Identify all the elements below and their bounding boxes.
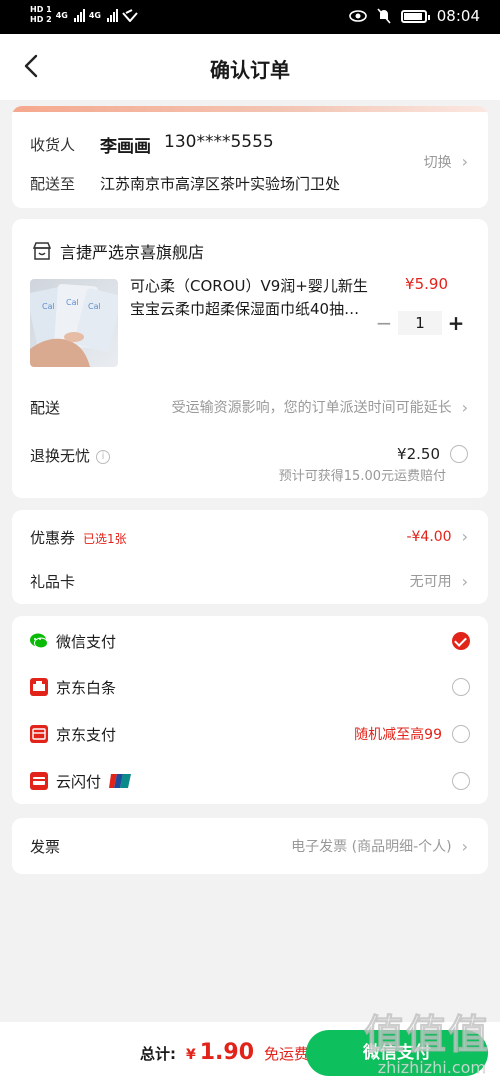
shop-header[interactable]: 言捷严选京喜旗舰店: [32, 239, 204, 263]
invoice-row[interactable]: 电子发票 (商品明细-个人) ›: [291, 836, 468, 856]
payment-radio-checked[interactable]: [452, 632, 470, 650]
payment-right: [442, 632, 470, 650]
eye-icon: [348, 10, 367, 22]
gift-card-row[interactable]: 无可用 ›: [410, 571, 468, 591]
payment-radio[interactable]: [452, 772, 470, 790]
mute-bell-icon: [377, 8, 391, 24]
invoice-card[interactable]: 发票 电子发票 (商品明细-个人) ›: [12, 818, 488, 874]
shop-name: 言捷严选京喜旗舰店: [60, 243, 205, 262]
increase-button[interactable]: +: [442, 311, 470, 335]
total-label: 总计:: [140, 1045, 176, 1063]
return-service-label: 退换无忧 i: [30, 445, 111, 466]
baitiao-icon: [30, 678, 48, 696]
delivery-address: 江苏南京市高淳区茶叶实验场门卫处: [100, 175, 341, 193]
payment-option-jdpay[interactable]: 京东支付 随机减至高99: [30, 719, 470, 749]
signal-icon-2: [106, 8, 118, 22]
payment-promo: 随机减至高99: [354, 727, 442, 743]
sim2-label: HD 2: [30, 15, 52, 24]
watermark-url: zhizhizhi.com: [377, 1058, 487, 1078]
nav-header: 确认订单: [0, 34, 500, 100]
jdpay-icon: [30, 725, 48, 743]
payment-radio[interactable]: [452, 678, 470, 696]
clock: 08:04: [436, 7, 480, 25]
quantity-value[interactable]: 1: [398, 311, 442, 335]
watermark: 值值值: [364, 1012, 490, 1059]
payment-name: 云闪付: [56, 772, 102, 791]
order-total: 总计: ¥ 1.90 免运费: [140, 1040, 309, 1065]
chevron-right-icon: ›: [461, 527, 468, 546]
gift-card-label: 礼品卡: [30, 573, 76, 591]
coupon-card: 优惠券 已选1张 -¥4.00 › 礼品卡 无可用 ›: [12, 510, 488, 604]
delivery-row[interactable]: 受运输资源影响，您的订单派送时间可能延长 ›: [172, 397, 468, 417]
invoice-value: 电子发票 (商品明细-个人): [291, 839, 452, 855]
sim1-label: HD 1: [30, 5, 52, 14]
status-right: 08:04: [348, 7, 480, 25]
payment-right: 随机减至高99: [354, 724, 470, 744]
chevron-right-icon: ›: [461, 397, 468, 417]
status-bar: HD 1 HD 2 4G 4G 08:04: [0, 0, 500, 34]
payment-name: 京东白条: [56, 678, 117, 697]
gift-card-value: 无可用: [409, 574, 452, 590]
unionpay-logo-icon: [109, 774, 132, 788]
payment-card: 微信支付 京东白条 京东支付 随机减至高99 云闪付: [12, 616, 488, 804]
switch-label: 切换: [423, 155, 452, 171]
total-amount: 1.90: [199, 1040, 255, 1065]
receiver-name: 李画画: [100, 137, 151, 157]
payment-option-baitiao[interactable]: 京东白条: [30, 672, 470, 702]
delivery-label: 配送: [30, 399, 61, 417]
address-card[interactable]: 收货人 李画画 130****5555 配送至 江苏南京市高淳区茶叶实验场门卫处…: [12, 106, 488, 208]
receiver-phone: 130****5555: [164, 132, 274, 152]
return-service-radio[interactable]: [450, 445, 468, 463]
wifi-icon: [122, 9, 138, 22]
signal-icon: [73, 8, 85, 22]
quantity-stepper: − 1 +: [370, 311, 470, 335]
svg-text:Cal: Cal: [66, 298, 79, 307]
chevron-right-icon: ›: [461, 836, 468, 856]
page-title: 确认订单: [210, 58, 290, 82]
deliver-to-label: 配送至: [30, 175, 76, 193]
coupon-selected-badge: 已选1张: [83, 532, 127, 546]
network-type-1: 4G: [55, 10, 68, 20]
shop-card: 言捷严选京喜旗舰店 Cal Cal Cal 可心柔（COROU）V9润+婴儿新生…: [12, 219, 488, 498]
coupon-label: 优惠券: [30, 529, 76, 547]
return-service-price: ¥2.50: [397, 445, 440, 463]
decrease-button[interactable]: −: [370, 311, 398, 335]
store-icon: [32, 242, 52, 260]
coupon-row[interactable]: -¥4.00 ›: [406, 527, 468, 546]
payment-right: [442, 678, 470, 696]
free-shipping-label: 免运费: [264, 1045, 310, 1063]
payment-option-wechat[interactable]: 微信支付: [30, 626, 470, 656]
coupon-label-group: 优惠券 已选1张: [30, 527, 127, 548]
payment-name: 京东支付: [56, 725, 117, 744]
chevron-right-icon: ›: [461, 152, 468, 171]
svg-text:Cal: Cal: [42, 302, 55, 311]
product-image[interactable]: Cal Cal Cal: [30, 279, 118, 367]
switch-address-button[interactable]: 切换 ›: [424, 152, 468, 172]
info-icon[interactable]: i: [96, 449, 111, 464]
sim-indicators: HD 1 HD 2: [30, 5, 52, 25]
network-type-2: 4G: [88, 10, 101, 20]
cloud-quickpass-icon: [30, 772, 48, 790]
receiver-label: 收货人: [30, 136, 76, 154]
payment-option-unionpay[interactable]: 云闪付: [30, 766, 470, 796]
payment-name: 微信支付: [56, 632, 117, 651]
status-left: HD 1 HD 2 4G 4G: [30, 5, 138, 25]
chevron-right-icon: ›: [461, 571, 468, 591]
total-currency: ¥: [186, 1047, 196, 1063]
invoice-label: 发票: [30, 838, 61, 856]
return-service-text: 退换无忧: [30, 447, 91, 465]
return-service-row: ¥2.50: [397, 445, 468, 463]
svg-text:Cal: Cal: [88, 302, 101, 311]
coupon-value: -¥4.00: [406, 528, 452, 545]
delivery-note: 受运输资源影响，您的订单派送时间可能延长: [171, 400, 452, 416]
payment-right: [442, 772, 470, 790]
product-price: ¥5.90: [405, 275, 448, 293]
wechat-icon: [30, 632, 48, 650]
return-service-note: 预计可获得15.00元运费赔付: [278, 469, 446, 484]
payment-radio[interactable]: [452, 725, 470, 743]
product-name[interactable]: 可心柔（COROU）V9润+婴儿新生宝宝云柔巾超柔保湿面巾纸40抽…: [130, 275, 372, 321]
battery-icon: [400, 9, 430, 23]
